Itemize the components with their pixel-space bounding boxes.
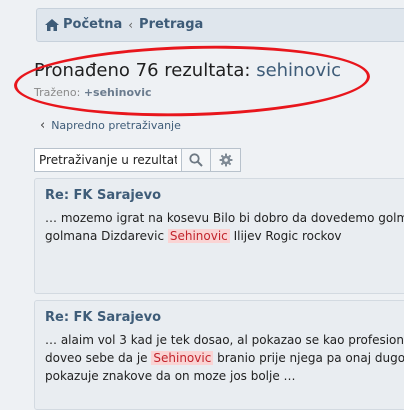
search-within-results [34, 148, 241, 172]
search-icon [189, 153, 203, 167]
search-result: Re: FK Sarajevo … mozemo igrat na kosevu… [34, 178, 404, 294]
snippet-text: branio prije njega pa onaj dugonj [213, 351, 404, 365]
result-snippet-line: pokazuje znakove da on moze jos bolje … [45, 369, 296, 383]
result-title-link[interactable]: Re: FK Sarajevo [45, 309, 403, 327]
search-button[interactable] [181, 148, 211, 172]
breadcrumb: Početna ‹ Pretraga [45, 17, 203, 32]
snippet-text: Ilijev Rogic rockov [229, 229, 342, 243]
search-header: Pronađeno 76 rezultata: sehinovic Tražen… [34, 60, 341, 99]
page-title-term: sehinovic [256, 60, 342, 81]
snippet-text: golmana Dizdarevic [45, 229, 168, 243]
snippet-text: doveo sebe da je [45, 351, 152, 365]
search-options-button[interactable] [211, 148, 241, 172]
page-title-prefix: Pronađeno 76 rezultata: [34, 60, 251, 81]
search-result: Re: FK Sarajevo … alaim vol 3 kad je tek… [34, 300, 404, 410]
result-snippet-line: … mozemo igrat na kosevu Bilo bi dobro d… [45, 211, 404, 225]
breadcrumb-search-link[interactable]: Pretraga [139, 17, 203, 32]
searched-value[interactable]: +sehinovic [84, 86, 152, 99]
result-title-link[interactable]: Re: FK Sarajevo [45, 187, 403, 205]
search-highlight: Sehinovic [151, 351, 214, 365]
home-icon[interactable] [45, 18, 59, 31]
result-snippet-line: golmana Dizdarevic Sehinovic Ilijev Rogi… [45, 227, 403, 245]
advanced-search-link[interactable]: ‹ Napredno pretraživanje [40, 118, 181, 133]
search-highlight: Sehinovic [167, 229, 230, 243]
gear-icon [219, 153, 232, 167]
search-input[interactable] [34, 148, 181, 172]
result-snippet-line: doveo sebe da je Sehinovic branio prije … [45, 349, 404, 367]
result-snippet-line: … alaim vol 3 kad je tek dosao, al pokaz… [45, 333, 404, 347]
breadcrumb-separator: ‹ [128, 17, 134, 32]
breadcrumb-home-link[interactable]: Početna [63, 17, 122, 32]
breadcrumb-bar: Početna ‹ Pretraga [36, 8, 404, 42]
chevron-left-icon: ‹ [40, 118, 46, 133]
searched-for: Traženo: +sehinovic [34, 86, 341, 99]
searched-label: Traženo: [34, 86, 81, 99]
advanced-search-label: Napredno pretraživanje [51, 119, 181, 132]
page-title: Pronađeno 76 rezultata: sehinovic [34, 60, 341, 81]
